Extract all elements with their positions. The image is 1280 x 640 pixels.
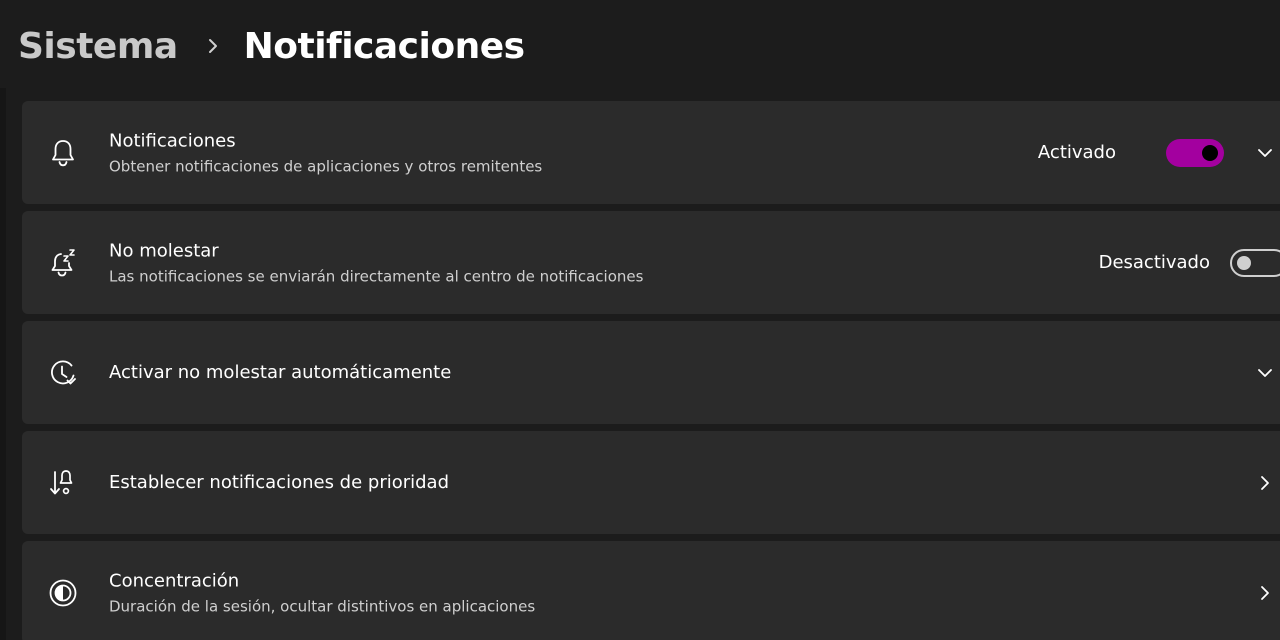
clock-icon [46, 356, 80, 390]
auto-dnd-text: Activar no molestar automáticamente [109, 361, 451, 385]
auto-dnd-title: Activar no molestar automáticamente [109, 361, 452, 383]
dnd-text: No molestar Las notificaciones se enviar… [109, 239, 643, 286]
auto-dnd-controls [1254, 362, 1276, 384]
notifications-state-label: Activado [1037, 142, 1116, 163]
notifications-controls: Activado [1037, 138, 1276, 167]
settings-list: Notificaciones Obtener notificaciones de… [22, 101, 1280, 640]
priority-title: Establecer notificaciones de prioridad [109, 471, 450, 493]
auto-dnd-setting-card[interactable]: Activar no molestar automáticamente [22, 321, 1280, 424]
bell-icon [46, 136, 80, 170]
page-title: Notificaciones [243, 25, 525, 67]
nav-pane-edge [0, 88, 6, 640]
notifications-title: Notificaciones [109, 130, 236, 151]
dnd-controls: Desactivado [1098, 248, 1280, 277]
breadcrumb: Sistema Notificaciones [18, 18, 525, 74]
chevron-right-icon [200, 33, 226, 59]
chevron-right-icon[interactable] [1254, 472, 1276, 494]
dnd-state-label: Desactivado [1098, 252, 1210, 273]
focus-setting-card[interactable]: Concentración Duración de la sesión, ocu… [22, 541, 1280, 640]
priority-controls [1254, 472, 1276, 494]
chevron-right-icon[interactable] [1254, 582, 1276, 604]
dnd-subtitle: Las notificaciones se enviarán directame… [109, 267, 644, 285]
chevron-down-icon[interactable] [1254, 142, 1276, 164]
focus-title: Concentración [109, 570, 240, 591]
focus-icon [46, 576, 80, 610]
chevron-down-icon[interactable] [1254, 362, 1276, 384]
bell-snooze-icon [46, 246, 80, 280]
notifications-text: Notificaciones Obtener notificaciones de… [109, 129, 542, 176]
dnd-toggle[interactable] [1230, 248, 1280, 277]
priority-icon [46, 466, 80, 500]
dnd-title: No molestar [109, 240, 219, 261]
notifications-setting-card[interactable]: Notificaciones Obtener notificaciones de… [22, 101, 1280, 204]
toggle-knob [1237, 255, 1251, 270]
breadcrumb-parent[interactable]: Sistema [18, 26, 178, 67]
focus-subtitle: Duración de la sesión, ocultar distintiv… [109, 597, 536, 615]
focus-text: Concentración Duración de la sesión, ocu… [109, 569, 535, 616]
do-not-disturb-setting-card[interactable]: No molestar Las notificaciones se enviar… [22, 211, 1280, 314]
notifications-toggle[interactable] [1166, 138, 1224, 167]
priority-text: Establecer notificaciones de prioridad [109, 471, 449, 495]
settings-window: Sistema Notificaciones Notificaciones Ob… [0, 0, 1280, 640]
notifications-subtitle: Obtener notificaciones de aplicaciones y… [109, 157, 543, 175]
priority-notifications-setting-card[interactable]: Establecer notificaciones de prioridad [22, 431, 1280, 534]
toggle-knob [1202, 144, 1218, 161]
focus-controls [1254, 582, 1276, 604]
